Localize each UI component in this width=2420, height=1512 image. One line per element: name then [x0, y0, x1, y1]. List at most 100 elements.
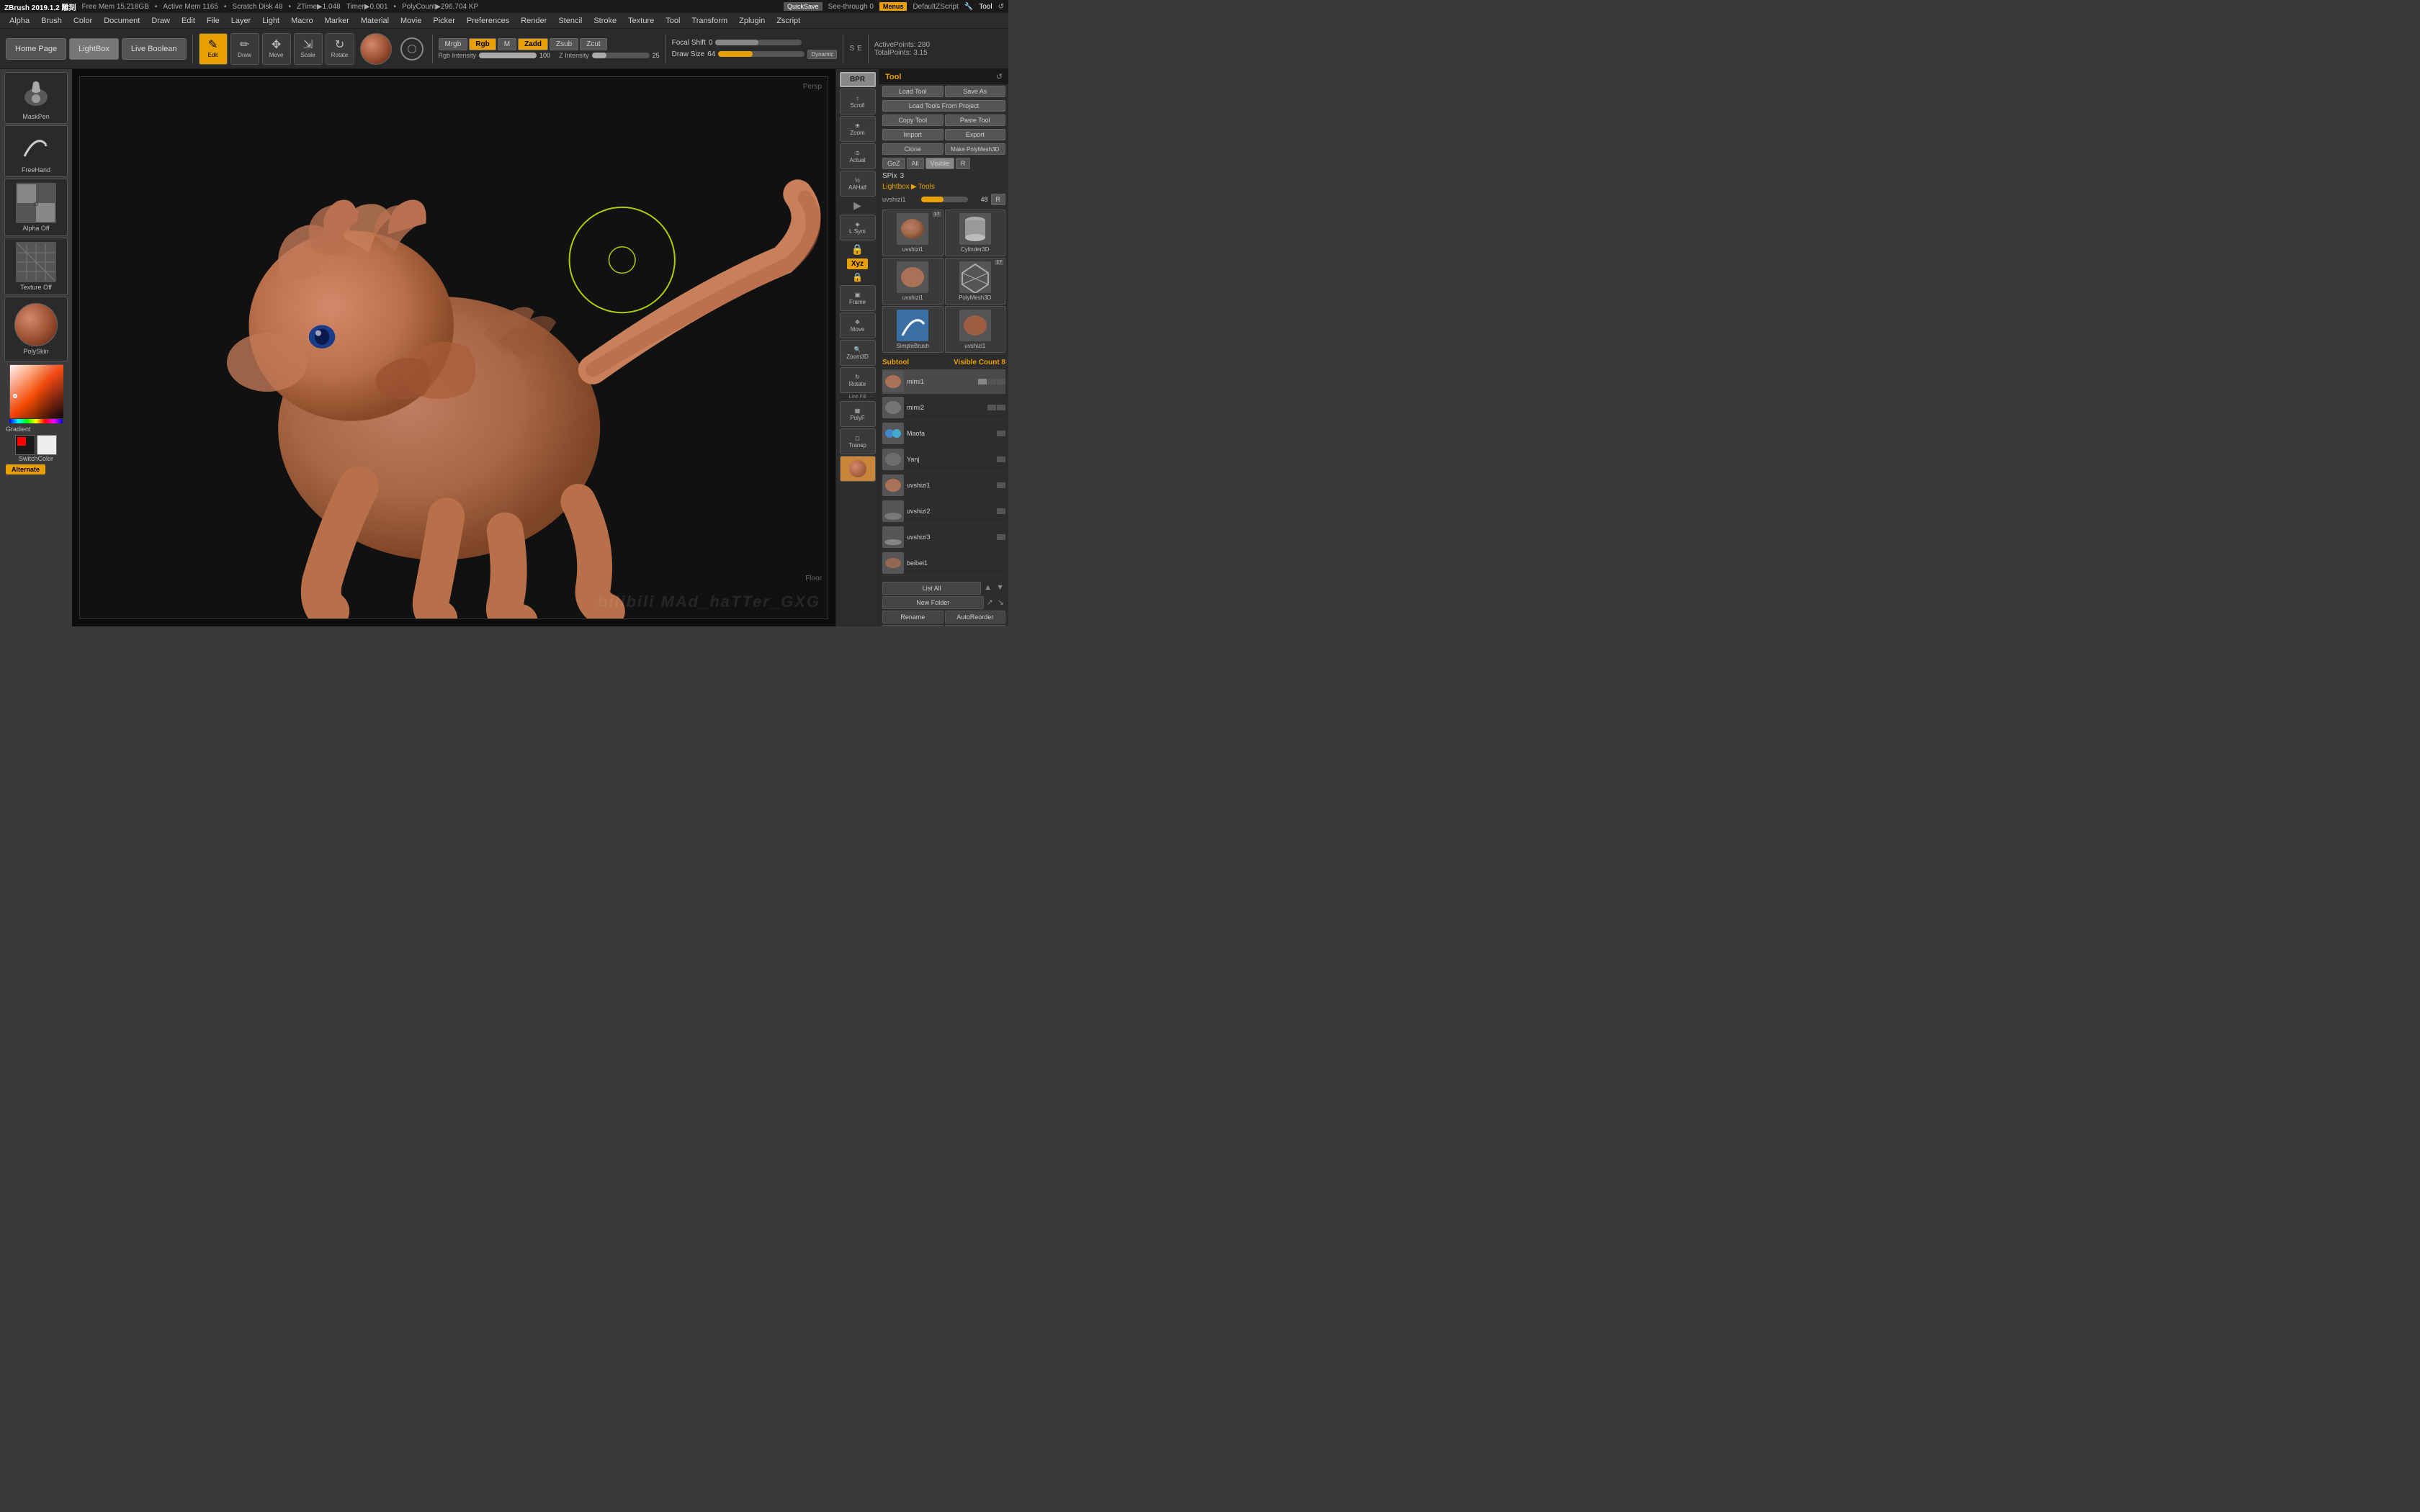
- texture-off-panel[interactable]: Texture Off: [4, 238, 68, 295]
- scale-tool-btn[interactable]: ⇲ Scale: [294, 33, 323, 65]
- make-polymesh-btn[interactable]: Make PolyMesh3D: [945, 143, 1006, 155]
- import-btn[interactable]: Import: [882, 129, 944, 140]
- arrow-down-btn[interactable]: ▼: [995, 582, 1005, 595]
- auto-reorder-btn[interactable]: AutoReorder: [945, 611, 1006, 624]
- zoom3d-btn[interactable]: 🔍 Zoom3D: [840, 340, 876, 366]
- stc-btn-maofa[interactable]: [997, 431, 1005, 436]
- focal-shift-slider[interactable]: [715, 40, 802, 45]
- quick-save-btn[interactable]: QuickSave: [784, 2, 823, 11]
- m-btn[interactable]: M: [498, 38, 516, 50]
- visible-btn[interactable]: Visible: [926, 158, 954, 169]
- load-tool-btn[interactable]: Load Tool: [882, 86, 944, 97]
- menu-edit[interactable]: Edit: [176, 15, 200, 27]
- xyz-btn[interactable]: Xyz: [847, 258, 868, 269]
- home-page-btn[interactable]: Home Page: [6, 38, 66, 60]
- zcut-btn[interactable]: Zcut: [580, 38, 606, 50]
- viewport[interactable]: Persp Floor bilibili MAd_haTTer_GXG: [72, 69, 835, 626]
- menu-marker[interactable]: Marker: [320, 15, 354, 27]
- subtool-item-beibei1[interactable]: beibei1: [882, 551, 1005, 576]
- draw-tool-btn[interactable]: ✏ Draw: [230, 33, 259, 65]
- menu-tool[interactable]: Tool: [660, 15, 685, 27]
- color-gradient-box[interactable]: [9, 364, 63, 418]
- menu-material[interactable]: Material: [356, 15, 394, 27]
- subtool-item-uvshizi1[interactable]: uvshizi1: [882, 473, 1005, 498]
- stc-btn-uvshizi1[interactable]: [997, 482, 1005, 488]
- menu-transform[interactable]: Transform: [686, 15, 732, 27]
- tool-grid-item-5[interactable]: uvshizi1: [945, 306, 1006, 353]
- list-all-btn[interactable]: List All: [882, 582, 981, 595]
- rename-btn[interactable]: Rename: [882, 611, 944, 624]
- tool-grid-item-3[interactable]: 17 PolyMesh3D: [945, 258, 1006, 305]
- subtool-item-uvshizi3[interactable]: uvshizi3: [882, 525, 1005, 550]
- copy-tool-btn[interactable]: Copy Tool: [882, 114, 944, 126]
- r-btn[interactable]: R: [956, 158, 971, 169]
- background-color[interactable]: [37, 435, 57, 455]
- new-folder-btn[interactable]: New Folder: [882, 596, 984, 609]
- zoom-btn[interactable]: ⊕ Zoom: [840, 116, 876, 142]
- tool-grid-item-1[interactable]: Cylinder3D: [945, 210, 1006, 256]
- rgb-intensity-slider[interactable]: [479, 53, 537, 58]
- subtool-item-mimi2[interactable]: mimi2: [882, 395, 1005, 420]
- stc-btn-uvshizi3[interactable]: [997, 534, 1005, 540]
- stc-eye-mimi2[interactable]: [987, 405, 996, 410]
- dynamic-btn[interactable]: Dynamic: [807, 50, 837, 59]
- menu-preferences[interactable]: Preferences: [462, 15, 514, 27]
- lightbox-tools[interactable]: Lightbox ▶ Tools: [879, 181, 1008, 192]
- menu-color[interactable]: Color: [68, 15, 97, 27]
- goz-btn[interactable]: GoZ: [882, 158, 905, 169]
- move-btn[interactable]: ✥ Move: [840, 312, 876, 338]
- material-sphere[interactable]: [360, 33, 392, 65]
- menu-zplugin[interactable]: Zplugin: [734, 15, 770, 27]
- new-folder-arrow1[interactable]: ↗: [985, 596, 995, 609]
- aahalf-btn[interactable]: ½ AAHalf: [840, 171, 876, 197]
- export-btn[interactable]: Export: [945, 129, 1006, 140]
- alternate-btn[interactable]: Alternate: [6, 464, 45, 474]
- material-sphere-left[interactable]: [14, 303, 58, 346]
- menu-picker[interactable]: Picker: [428, 15, 460, 27]
- mrgb-btn[interactable]: Mrgb: [439, 38, 468, 50]
- menu-zscript[interactable]: Zscript: [771, 15, 805, 27]
- menu-file[interactable]: File: [202, 15, 225, 27]
- collapse-btn[interactable]: ▶: [852, 198, 863, 213]
- maskpen-brush[interactable]: MaskPen: [4, 72, 68, 124]
- brush-cursor-icon[interactable]: [400, 37, 424, 60]
- load-tools-btn[interactable]: Load Tools From Project: [882, 100, 1005, 112]
- menu-render[interactable]: Render: [516, 15, 552, 27]
- all-high-btn[interactable]: All High: [945, 625, 1006, 626]
- subtool-item-maofa[interactable]: Maofa: [882, 421, 1005, 446]
- foreground-color[interactable]: [15, 435, 35, 455]
- stc-btn-uvshizi2[interactable]: [997, 508, 1005, 514]
- uvshizi-r-btn[interactable]: R: [991, 194, 1006, 205]
- stc-eye-mimi1[interactable]: [978, 379, 987, 384]
- alpha-off-panel[interactable]: α Alpha Off: [4, 179, 68, 236]
- rgb-btn[interactable]: Rgb: [469, 38, 496, 50]
- menu-alpha[interactable]: Alpha: [4, 15, 35, 27]
- uvshizi-slider[interactable]: [921, 197, 968, 202]
- paste-tool-btn[interactable]: Paste Tool: [945, 114, 1006, 126]
- z-intensity-slider[interactable]: [592, 53, 650, 58]
- menus-btn[interactable]: Menus: [879, 2, 908, 11]
- tool-grid-item-0[interactable]: 17 uvshizi1: [882, 210, 944, 256]
- subtool-item-mimi1[interactable]: mimi1: [882, 369, 1005, 395]
- rotate-vbar-btn[interactable]: ↻ Rotate: [840, 367, 876, 393]
- zsub-btn[interactable]: Zsub: [550, 38, 578, 50]
- stc-btn-yanj[interactable]: [997, 456, 1005, 462]
- lightbox-btn[interactable]: LightBox: [69, 38, 119, 60]
- menu-stroke[interactable]: Stroke: [588, 15, 622, 27]
- all-btn[interactable]: All: [907, 158, 924, 169]
- menu-draw[interactable]: Draw: [146, 15, 175, 27]
- menu-macro[interactable]: Macro: [286, 15, 318, 27]
- move-tool-btn[interactable]: ✥ Move: [262, 33, 291, 65]
- stc-arrow-mimi1[interactable]: [997, 379, 1005, 384]
- scroll-btn[interactable]: ↕ Scroll: [840, 89, 876, 114]
- menu-stencil[interactable]: Stencil: [553, 15, 587, 27]
- arrow-up-btn[interactable]: ▲: [982, 582, 993, 595]
- draw-size-slider[interactable]: [718, 51, 805, 57]
- tool-grid-item-2[interactable]: uvshizi1: [882, 258, 944, 305]
- live-boolean-btn[interactable]: Live Boolean: [122, 38, 187, 60]
- subtool-item-uvshizi2[interactable]: uvshizi2: [882, 499, 1005, 524]
- stc-lock-mimi2[interactable]: [997, 405, 1005, 410]
- refresh-icon[interactable]: ↺: [998, 3, 1004, 11]
- frame-btn[interactable]: ▣ Frame: [840, 285, 876, 311]
- lsym-btn[interactable]: ◈ L.Sym: [840, 215, 876, 240]
